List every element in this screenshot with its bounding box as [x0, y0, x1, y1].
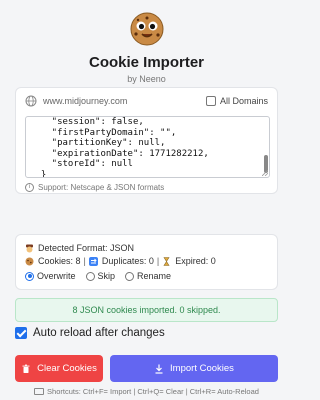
import-cookies-button[interactable]: Import Cookies [110, 355, 278, 382]
result-message: 8 JSON cookies imported. 0 skipped. [15, 298, 278, 322]
radio-skip[interactable] [85, 271, 95, 281]
option-label: Skip [97, 271, 116, 281]
all-domains-checkbox[interactable] [205, 96, 216, 106]
option-overwrite[interactable]: Overwrite [25, 271, 76, 281]
app-byline: by Neeno [127, 74, 166, 84]
radio-rename[interactable] [125, 271, 135, 281]
option-label: Overwrite [37, 271, 76, 281]
code-line: "session": false, [30, 117, 144, 127]
resize-grip-icon[interactable] [262, 170, 268, 176]
auto-reload-toggle[interactable]: Auto reload after changes [15, 327, 165, 339]
detected-format-row: Detected Format: JSON [25, 242, 268, 254]
conflict-options: Overwrite Skip Rename [25, 270, 268, 282]
code-line: "storeId": null [30, 159, 133, 169]
code-line: "firstPartyDomain": "", [30, 127, 177, 138]
duplicate-icon [88, 256, 98, 266]
separator: | [156, 256, 160, 266]
cookie-icon [25, 257, 34, 265]
cookie-logo-icon [130, 12, 163, 46]
stats-card: Detected Format: JSON Cookies: 8 | Dupli… [15, 234, 278, 290]
keyboard-icon [34, 388, 45, 395]
duplicate-count: Duplicates: 0 [101, 256, 154, 266]
auto-reload-checkbox[interactable] [15, 327, 27, 339]
option-rename[interactable]: Rename [125, 271, 171, 281]
import-input-card: www.midjourney.com All Domains "session"… [15, 87, 278, 194]
info-icon: i [25, 183, 34, 192]
shortcuts-bar: Shortcuts: Ctrl+F= Import | Ctrl+Q= Clea… [0, 387, 293, 396]
cookie-count: Cookies: 8 [38, 256, 81, 266]
code-line: "partitionKey": null, [30, 138, 166, 148]
clear-cookies-label: Clear Cookies [37, 363, 97, 374]
domain-row: www.midjourney.com All Domains [16, 88, 277, 114]
option-label: Rename [137, 271, 172, 281]
shortcuts-text: Shortcuts: Ctrl+F= Import | Ctrl+Q= Clea… [47, 387, 259, 396]
clear-cookies-button[interactable]: Clear Cookies [15, 355, 103, 382]
radio-overwrite[interactable] [25, 271, 34, 281]
app-title: Cookie Importer [88, 54, 205, 71]
code-line: "expirationDate": 1771282212, [30, 148, 209, 159]
current-domain: www.midjourney.com [43, 96, 128, 106]
all-domains-label: All Domains [219, 96, 268, 106]
globe-icon [25, 95, 37, 107]
hourglass-icon [163, 256, 170, 266]
trash-icon [22, 364, 30, 373]
all-domains-toggle[interactable]: All Domains [205, 96, 268, 106]
separator: | [83, 256, 86, 266]
detective-icon [26, 244, 33, 252]
cookie-json-textarea[interactable]: "session": false, "firstPartyDomain": ""… [25, 116, 270, 178]
import-cookies-label: Import Cookies [170, 363, 234, 374]
option-skip[interactable]: Skip [85, 271, 116, 281]
code-line: } [30, 169, 47, 178]
download-icon [155, 364, 163, 374]
auto-reload-label: Auto reload after changes [33, 327, 165, 339]
counts-row: Cookies: 8 | Duplicates: 0 | Expired: 0 [25, 255, 268, 267]
expired-count: Expired: 0 [175, 256, 216, 266]
support-note: i Support: Netscape & JSON formats [25, 183, 164, 192]
detected-format: Detected Format: JSON [38, 243, 135, 253]
header: Cookie Importer by Neeno [0, 0, 293, 84]
support-text: Support: Netscape & JSON formats [38, 183, 165, 192]
